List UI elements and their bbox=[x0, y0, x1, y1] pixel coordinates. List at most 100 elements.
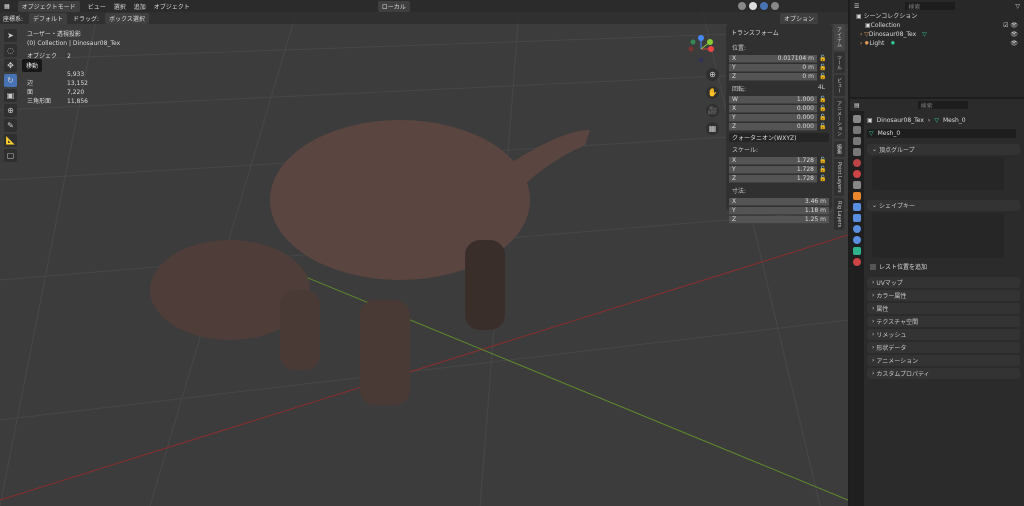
tab-point-layers[interactable]: Point Layers bbox=[834, 159, 844, 196]
menu-view[interactable]: ビュー bbox=[88, 2, 106, 11]
rotation-w-field[interactable]: W 1.000 bbox=[729, 95, 817, 104]
dimension-y-field[interactable]: Y 1.18 m bbox=[729, 206, 829, 215]
display-mode-icon[interactable]: ☰ bbox=[854, 3, 859, 10]
rest-position-checkbox[interactable]: レスト位置を追加 bbox=[870, 262, 1024, 271]
panel-uv-maps[interactable]: › UVマップ bbox=[867, 277, 1020, 288]
panel-color-attributes[interactable]: › カラー属性 bbox=[867, 290, 1020, 301]
editor-type-icon[interactable]: ▤ bbox=[854, 102, 860, 109]
tab-item[interactable]: アイテム bbox=[834, 24, 845, 50]
dimension-z-field[interactable]: Z 1.25 m bbox=[729, 215, 829, 224]
rotation-y-field[interactable]: Y 0.000 bbox=[729, 113, 817, 122]
tool-tab-icon[interactable] bbox=[853, 115, 861, 123]
sidebar-tabs: アイテム ツール ビュー アニメーション 編集 Point Layers Rig… bbox=[834, 24, 848, 232]
orientation-selector[interactable]: ローカル bbox=[377, 0, 410, 12]
transform-title[interactable]: トランスフォーム bbox=[729, 27, 829, 40]
visibility-icon: 👁 bbox=[1010, 31, 1018, 38]
vertex-groups-list[interactable] bbox=[872, 157, 1004, 190]
lock-icon[interactable]: 🔓 bbox=[817, 96, 829, 103]
panel-attributes[interactable]: › 属性 bbox=[867, 303, 1020, 314]
properties-search[interactable]: 検索 bbox=[917, 101, 968, 110]
particles-tab-icon[interactable] bbox=[853, 214, 861, 222]
move-tool-icon[interactable]: ✥ bbox=[4, 59, 17, 72]
menu-add[interactable]: 追加 bbox=[134, 2, 146, 11]
shape-keys-panel[interactable]: ⌄ シェイプキー bbox=[867, 200, 1020, 211]
outliner-search[interactable]: 検索 bbox=[905, 2, 956, 11]
3d-viewport[interactable]: ▦ オブジェクトモード ビュー 選択 追加 オブジェクト ローカル 座標系: デ… bbox=[0, 0, 848, 506]
physics-tab-icon[interactable] bbox=[853, 225, 861, 233]
outliner-item-collection[interactable]: ▣ Collection ☑ 👁 bbox=[856, 21, 1024, 30]
scale-z-field[interactable]: Z 1.728 bbox=[729, 174, 817, 183]
rotation-4l-toggle[interactable]: 4L bbox=[818, 84, 825, 93]
mesh-name-field[interactable]: ▽ Mesh_0 bbox=[867, 129, 1016, 138]
editor-type-icon[interactable]: ▦ bbox=[4, 3, 10, 10]
view-layer-tab-icon[interactable] bbox=[853, 148, 861, 156]
shading-buttons[interactable] bbox=[737, 2, 779, 10]
annotate-tool-icon[interactable]: ✎ bbox=[4, 119, 17, 132]
lock-icon[interactable]: 🔓 bbox=[817, 157, 829, 164]
lock-icon[interactable]: 🔓 bbox=[817, 123, 829, 130]
filter-icon[interactable]: ▽ bbox=[1015, 3, 1020, 10]
rotate-tool-icon[interactable]: ↻ bbox=[4, 74, 17, 87]
scene-collection[interactable]: ▣ シーンコレクション bbox=[856, 12, 1024, 21]
panel-custom-properties[interactable]: › カスタムプロパティ bbox=[867, 368, 1020, 379]
menu-select[interactable]: 選択 bbox=[114, 2, 126, 11]
lock-icon[interactable]: 🔓 bbox=[817, 175, 829, 182]
location-z-field[interactable]: Z0 m bbox=[729, 72, 817, 81]
tab-animation[interactable]: アニメーション bbox=[834, 98, 845, 139]
modifier-tab-icon[interactable] bbox=[853, 203, 861, 211]
material-tab-icon[interactable] bbox=[853, 258, 861, 266]
navigation-gizmo[interactable] bbox=[684, 34, 718, 64]
tab-rig-layers[interactable]: Rig Layers bbox=[834, 197, 844, 230]
lock-icon[interactable]: 🔓 bbox=[817, 166, 829, 173]
outliner-item-light[interactable]: › ✹ Light ✹ 👁 bbox=[856, 39, 1024, 48]
coord-label: 座標系: bbox=[3, 15, 24, 23]
cursor-tool-icon[interactable]: ◌ bbox=[4, 44, 17, 57]
drag-selector[interactable]: ボックス選択 bbox=[105, 12, 149, 24]
panel-texture-space[interactable]: › テクスチャ空間 bbox=[867, 316, 1020, 327]
dimension-x-field[interactable]: X 3.46 m bbox=[729, 197, 829, 206]
tab-tool[interactable]: ツール bbox=[834, 52, 845, 73]
grid-icon[interactable]: ▦ bbox=[706, 122, 719, 135]
rotation-z-field[interactable]: Z 0.000 bbox=[729, 122, 817, 131]
scale-x-field[interactable]: X 1.728 bbox=[729, 156, 817, 165]
output-tab-icon[interactable] bbox=[853, 137, 861, 145]
transform-tool-icon[interactable]: ⊕ bbox=[4, 104, 17, 117]
scene-tab-icon[interactable] bbox=[853, 159, 861, 167]
outliner-item-dinosaur[interactable]: › ▽ Dinosaur08_Tex ▽ 👁 bbox=[856, 30, 1024, 39]
rotation-mode-select[interactable]: クォータニオン(WXYZ) bbox=[729, 133, 829, 142]
tab-view[interactable]: ビュー bbox=[834, 75, 845, 96]
zoom-icon[interactable]: ⊕ bbox=[706, 68, 719, 81]
menu-object[interactable]: オブジェクト bbox=[154, 2, 190, 11]
object-tab-icon[interactable] bbox=[853, 192, 861, 200]
panel-geometry-data[interactable]: › 形状データ bbox=[867, 342, 1020, 353]
scale-y-field[interactable]: Y 1.728 bbox=[729, 165, 817, 174]
rotation-x-field[interactable]: X 0.000 bbox=[729, 104, 817, 113]
location-y-field[interactable]: Y0 m bbox=[729, 63, 817, 72]
properties-editor: ▤ 検索 ▣ Dinosaur08_Tex › ▽ Mesh_0 ▽ Mesh_0 ⌄ 頂… bbox=[850, 99, 1024, 506]
lock-icon[interactable]: 🔓 bbox=[817, 73, 829, 80]
lock-icon[interactable]: 🔓 bbox=[817, 64, 829, 71]
collection-tab-icon[interactable] bbox=[853, 181, 861, 189]
constraints-tab-icon[interactable] bbox=[853, 236, 861, 244]
lock-icon[interactable]: 🔓 bbox=[817, 114, 829, 121]
camera-icon[interactable]: 🎥 bbox=[706, 104, 719, 117]
mesh-data-tab-icon[interactable] bbox=[853, 247, 861, 255]
location-x-field[interactable]: X 0.017104 m bbox=[729, 54, 817, 63]
shape-keys-list[interactable] bbox=[872, 213, 1004, 258]
vertex-groups-panel[interactable]: ⌄ 頂点グループ bbox=[867, 144, 1020, 155]
lock-icon[interactable]: 🔓 bbox=[817, 55, 829, 62]
render-tab-icon[interactable] bbox=[853, 126, 861, 134]
tab-edit[interactable]: 編集 bbox=[834, 141, 845, 157]
world-tab-icon[interactable] bbox=[853, 170, 861, 178]
panel-animation[interactable]: › アニメーション bbox=[867, 355, 1020, 366]
lock-icon[interactable]: 🔓 bbox=[817, 105, 829, 112]
add-cube-tool-icon[interactable]: ▢ bbox=[4, 149, 17, 162]
coord-selector[interactable]: デフォルト bbox=[29, 12, 68, 24]
pan-icon[interactable]: ✋ bbox=[706, 86, 719, 99]
scale-tool-icon[interactable]: ▣ bbox=[4, 89, 17, 102]
mode-selector[interactable]: オブジェクトモード bbox=[17, 0, 80, 12]
select-tool-icon[interactable]: ➤ bbox=[4, 29, 17, 42]
measure-tool-icon[interactable]: 📐 bbox=[4, 134, 17, 147]
panel-remesh[interactable]: › リメッシュ bbox=[867, 329, 1020, 340]
options-button[interactable]: オプション bbox=[779, 12, 818, 24]
